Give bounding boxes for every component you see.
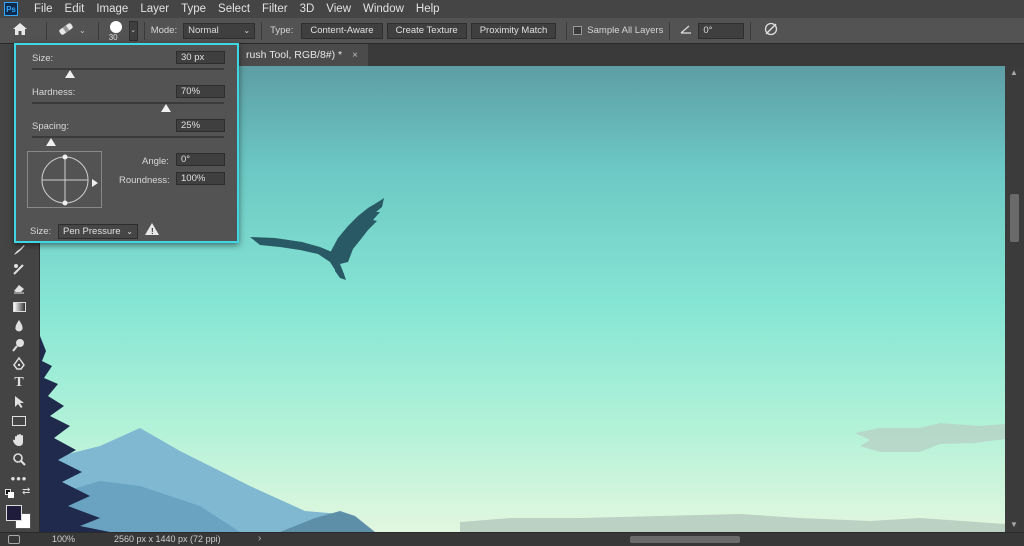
size-input[interactable]: 30 px <box>176 51 225 64</box>
separator <box>566 21 568 40</box>
type-label: Type: <box>270 25 294 36</box>
menu-view[interactable]: View <box>320 3 357 15</box>
menu-edit[interactable]: Edit <box>59 3 91 15</box>
separator <box>261 21 263 40</box>
cloud-shape <box>460 514 1005 532</box>
hardness-label: Hardness: <box>32 87 76 98</box>
dodge-tool-icon[interactable] <box>9 337 29 353</box>
chevron-down-icon: ⌄ <box>126 227 133 236</box>
size-control-label: Size: <box>30 226 52 237</box>
brush-size-picker[interactable]: 30 <box>105 19 127 43</box>
size-slider-thumb[interactable] <box>65 70 76 78</box>
separator <box>97 21 99 40</box>
rectangle-shape <box>12 416 26 426</box>
warning-icon-mark: ! <box>151 227 154 236</box>
angle-input[interactable]: 0° <box>698 22 745 39</box>
eraser-tool-icon[interactable] <box>9 280 29 296</box>
brush-settings-popup: Size: 30 px Hardness: 70% Spacing: 25% A… <box>14 43 239 243</box>
roundness-label: Roundness: <box>119 175 170 186</box>
history-brush-tool-icon[interactable] <box>9 261 29 277</box>
separator <box>143 21 145 40</box>
default-colors-swatch <box>8 492 14 498</box>
type-proximity-match-button[interactable]: Proximity Match <box>470 22 557 39</box>
bird-shape <box>250 198 384 280</box>
default-colors-icon[interactable] <box>5 489 14 498</box>
brush-angle-preview[interactable] <box>27 151 102 208</box>
cloud-shape <box>855 423 1005 452</box>
chevron-down-icon: ⌄ <box>243 26 251 35</box>
rectangle-tool-icon[interactable] <box>9 413 29 429</box>
type-content-aware-button[interactable]: Content-Aware <box>301 22 383 39</box>
hardness-input[interactable]: 70% <box>176 85 225 98</box>
brush-tool-icon[interactable] <box>9 242 29 258</box>
status-icon <box>8 535 20 544</box>
blur-tool-icon[interactable] <box>9 318 29 334</box>
menu-file[interactable]: File <box>28 3 59 15</box>
status-menu-arrow-icon[interactable]: › <box>258 533 261 544</box>
size-control-select[interactable]: Pen Pressure ⌄ <box>58 224 138 239</box>
document-tab-title: rush Tool, RGB/8#) * <box>246 49 343 61</box>
size-slider-track[interactable] <box>32 68 224 70</box>
mode-value: Normal <box>188 25 219 36</box>
path-selection-tool-icon[interactable] <box>9 394 29 410</box>
menu-window[interactable]: Window <box>357 3 410 15</box>
type-tool-icon[interactable]: T <box>9 375 29 391</box>
brush-picker-dropdown[interactable]: ⌄ <box>128 20 138 41</box>
spacing-slider-thumb[interactable] <box>46 138 57 146</box>
document-info: 2560 px x 1440 px (72 ppi) <box>114 534 221 544</box>
type-create-texture-button[interactable]: Create Texture <box>386 22 467 39</box>
swap-colors-icon[interactable]: ⇄ <box>22 486 30 497</box>
menu-select[interactable]: Select <box>212 3 256 15</box>
home-icon[interactable] <box>0 22 40 39</box>
close-icon[interactable]: × <box>352 50 358 61</box>
menu-bar: Ps File Edit Image Layer Type Select Fil… <box>0 0 1024 18</box>
tool-preset-chevron-icon[interactable]: ⌄ <box>79 26 86 35</box>
size-control-value: Pen Pressure <box>63 226 121 237</box>
menu-filter[interactable]: Filter <box>256 3 294 15</box>
pen-tool-icon[interactable] <box>9 356 29 372</box>
scroll-up-icon[interactable]: ▲ <box>1010 68 1018 77</box>
angle-field[interactable]: 0° <box>176 153 225 166</box>
hardness-slider-thumb[interactable] <box>161 104 172 112</box>
zoom-level[interactable]: 100% <box>52 534 75 544</box>
angle-handle-icon[interactable] <box>92 179 98 187</box>
mode-label: Mode: <box>150 25 178 36</box>
gradient-swatch <box>12 302 26 312</box>
spacing-slider-track[interactable] <box>32 136 224 138</box>
menu-type[interactable]: Type <box>175 3 212 15</box>
pressure-icon[interactable] <box>763 22 779 39</box>
brush-tip-preview-icon <box>109 20 122 33</box>
menu-image[interactable]: Image <box>90 3 134 15</box>
vertical-scrollbar[interactable]: ▲ ▼ <box>1005 66 1024 532</box>
status-bar: 100% 2560 px x 1440 px (72 ppi) › <box>0 532 1024 546</box>
roundness-field[interactable]: 100% <box>176 172 225 185</box>
size-label: Size: <box>32 53 54 64</box>
separator <box>46 21 47 40</box>
angle-label: Angle: <box>142 156 169 167</box>
spacing-label: Spacing: <box>32 121 69 132</box>
brush-size-value: 30 <box>108 32 118 42</box>
options-bar: ⌄ 30 ⌄ Mode: Normal ⌄ Type: Content-Awar… <box>0 18 1024 44</box>
healing-brush-icon[interactable] <box>53 22 79 39</box>
scroll-down-icon[interactable]: ▼ <box>1010 520 1018 529</box>
hardness-slider-track[interactable] <box>32 102 224 104</box>
mode-select[interactable]: Normal ⌄ <box>183 22 256 39</box>
menu-3d[interactable]: 3D <box>294 3 321 15</box>
spacing-input[interactable]: 25% <box>176 119 225 132</box>
separator <box>750 21 752 40</box>
menu-layer[interactable]: Layer <box>134 3 175 15</box>
foreground-color-swatch[interactable] <box>6 505 22 521</box>
photoshop-logo: Ps <box>4 2 18 16</box>
sample-all-layers-checkbox[interactable] <box>573 26 583 35</box>
more-tools-icon[interactable]: ••• <box>9 470 29 486</box>
hand-tool-icon[interactable] <box>9 432 29 448</box>
vertical-scroll-thumb[interactable] <box>1010 194 1019 242</box>
menu-help[interactable]: Help <box>410 3 446 15</box>
gradient-tool-icon[interactable] <box>9 299 29 315</box>
separator <box>669 21 671 40</box>
zoom-tool-icon[interactable] <box>9 451 29 467</box>
sample-all-layers-label: Sample All Layers <box>587 25 664 36</box>
horizontal-scroll-thumb[interactable] <box>630 536 740 543</box>
angle-icon <box>680 24 692 37</box>
